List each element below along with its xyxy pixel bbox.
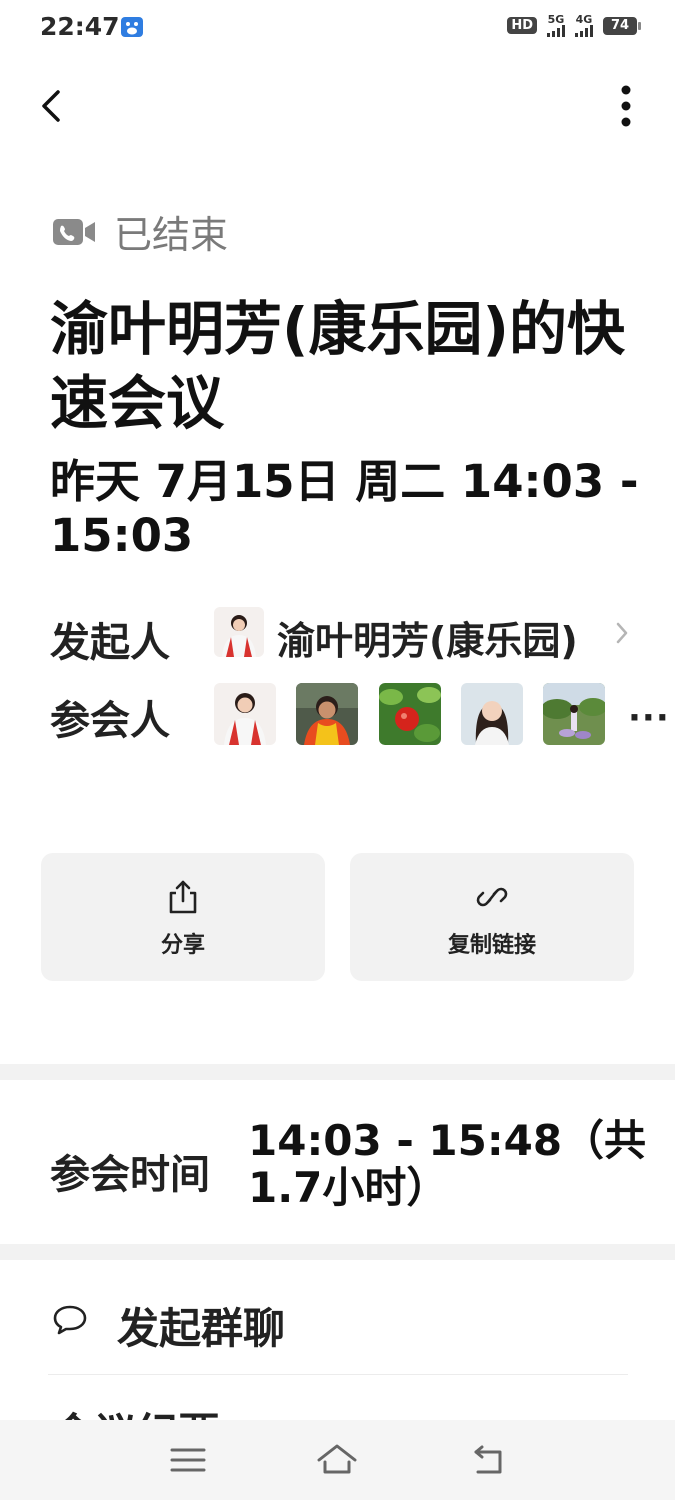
status-time: 22:47 (40, 12, 120, 41)
attendance-value: 14:03 - 15:48（共1.7小时） (248, 1116, 647, 1212)
back-chevron-icon[interactable] (32, 84, 72, 128)
participant-avatar[interactable] (461, 683, 523, 745)
copy-link-label: 复制链接 (447, 933, 536, 958)
participant-avatar[interactable] (543, 683, 605, 745)
status-indicators: HD 5G 4G 74 (507, 14, 641, 37)
participant-avatar[interactable] (379, 683, 441, 745)
share-button[interactable]: 分享 (41, 853, 325, 981)
copy-link-button[interactable]: 复制链接 (350, 853, 634, 981)
home-icon[interactable] (315, 1440, 359, 1480)
status-bar: 22:47 HD 5G 4G 74 (0, 0, 675, 58)
participant-avatar[interactable] (296, 683, 358, 745)
signal-5g: 5G (547, 14, 565, 37)
next-menu-row[interactable]: 会议纪要 (52, 1404, 312, 1420)
row-divider (48, 1374, 628, 1375)
section-divider (0, 1244, 675, 1260)
section-divider (0, 1064, 675, 1080)
participants-label: 参会人 (50, 698, 170, 744)
menu-icon[interactable] (166, 1440, 210, 1480)
initiator-name[interactable]: 渝叶明芳(康乐园) (277, 610, 578, 665)
link-icon (476, 887, 508, 907)
chat-bubble-icon (53, 1305, 87, 1335)
meeting-status: 已结束 (52, 204, 228, 259)
start-group-chat-label[interactable]: 发起群聊 (117, 1295, 285, 1356)
more-vertical-icon[interactable] (606, 82, 646, 132)
signal-4g: 4G (575, 14, 593, 37)
baidu-app-icon (121, 17, 143, 37)
attendance-label: 参会时间 (50, 1152, 210, 1198)
battery-indicator: 74 (603, 16, 641, 35)
video-call-icon (53, 218, 95, 245)
next-menu-label: 会议纪要 (52, 1404, 312, 1420)
share-icon (169, 880, 197, 914)
meeting-datetime: 昨天 7月15日 周二 14:03 - 15:03 (50, 455, 639, 562)
initiator-avatar[interactable] (214, 607, 264, 657)
participant-avatar[interactable] (214, 683, 276, 745)
meeting-title: 渝叶明芳(康乐园)的快速会议 (50, 295, 626, 437)
start-group-chat-row[interactable] (0, 1262, 675, 1374)
status-text: 已结束 (114, 213, 229, 257)
initiator-label: 发起人 (50, 620, 170, 666)
back-icon[interactable] (466, 1440, 510, 1480)
hd-badge: HD (507, 17, 537, 34)
share-label: 分享 (160, 933, 205, 958)
more-participants-button[interactable]: ··· (628, 698, 670, 738)
chevron-right-icon[interactable] (613, 620, 631, 646)
